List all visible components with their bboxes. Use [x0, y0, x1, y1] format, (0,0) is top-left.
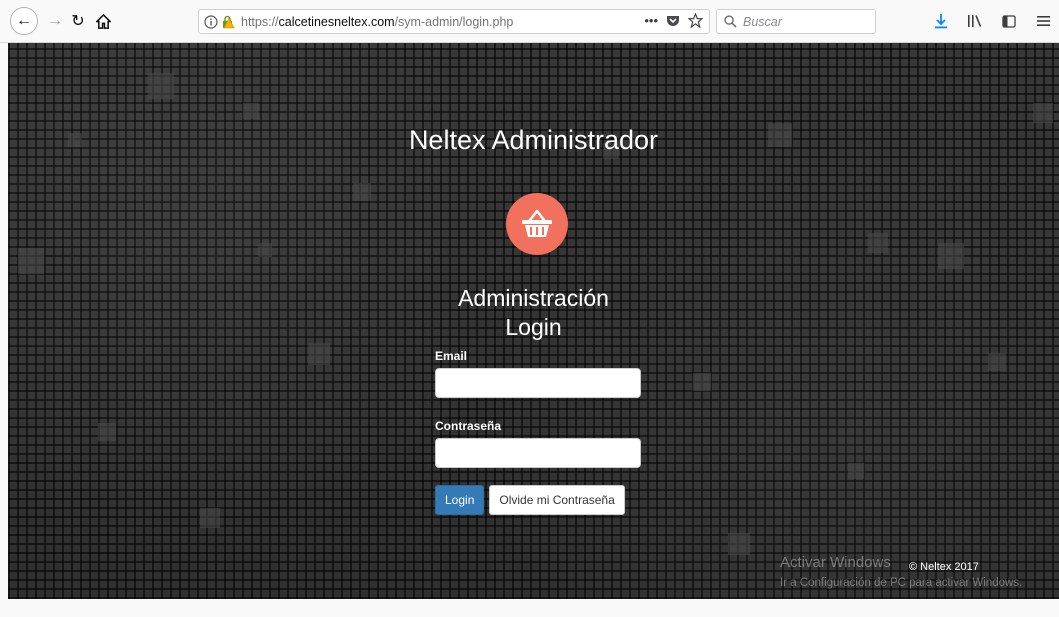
url-scheme: https:// — [241, 14, 279, 29]
brand-title: Neltex Administrador — [408, 125, 659, 155]
subtitle-line-2: Login — [505, 314, 562, 340]
watermark-subtitle: Ir a Configuración de PC para activar Wi… — [780, 577, 1023, 589]
insecure-lock-icon[interactable] — [221, 15, 235, 29]
reload-button[interactable]: ↻ — [66, 9, 90, 33]
home-button[interactable] — [91, 9, 115, 33]
browser-toolbar: ← → ↻ https://calcetinesneltex.com/sym-a… — [0, 0, 1059, 43]
library-button[interactable] — [965, 9, 985, 33]
arrow-left-icon: ← — [16, 12, 32, 29]
login-form: Email Contraseña Login Olvide mi Contras… — [435, 349, 641, 515]
sidebar-button[interactable] — [999, 9, 1019, 33]
info-icon[interactable] — [204, 14, 218, 29]
copyright-text: © Neltex 2017 — [909, 561, 979, 573]
hamburger-icon — [1036, 16, 1050, 26]
watermark-title: Activar Windows — [780, 554, 891, 571]
downloads-button[interactable] — [931, 9, 951, 33]
forgot-password-button[interactable]: Olvide mi Contraseña — [489, 485, 625, 515]
download-icon — [935, 14, 947, 29]
password-label: Contraseña — [435, 419, 502, 433]
url-path: /sym-admin/login.php — [394, 14, 514, 29]
search-placeholder: Buscar — [743, 14, 782, 29]
bookmark-star-icon[interactable] — [688, 13, 703, 28]
login-button[interactable]: Login — [435, 485, 485, 515]
logo — [506, 193, 568, 255]
search-icon — [724, 15, 737, 28]
url-bar[interactable]: https://calcetinesneltex.com/sym-admin/l… — [198, 9, 710, 34]
email-label: Email — [435, 349, 468, 363]
home-icon — [95, 13, 111, 29]
page-actions-button[interactable]: ••• — [644, 13, 658, 28]
url-text[interactable]: https://calcetinesneltex.com/sym-admin/l… — [241, 15, 513, 29]
arrow-right-icon: → — [47, 12, 63, 29]
windows-activation-watermark: Activar Windows Ir a Configuración de PC… — [780, 553, 1022, 593]
page-viewport: Neltex Administrador Administración Logi… — [8, 43, 1059, 617]
library-icon — [968, 15, 982, 27]
page-bottom-strip — [8, 599, 1059, 617]
subtitle-line-1: Administración — [458, 285, 609, 311]
email-field[interactable] — [435, 368, 641, 398]
reload-icon: ↻ — [71, 13, 85, 30]
forward-button[interactable]: → — [43, 9, 67, 33]
pocket-icon[interactable] — [666, 14, 680, 28]
url-host: calcetinesneltex.com — [278, 14, 395, 29]
menu-button[interactable] — [1033, 9, 1053, 33]
search-bar[interactable]: Buscar — [716, 9, 876, 34]
sidebar-icon — [1002, 14, 1016, 28]
login-heading: Administración Login — [8, 284, 1059, 342]
back-button[interactable]: ← — [10, 7, 38, 35]
shopping-basket-icon — [522, 209, 552, 237]
password-field[interactable] — [435, 438, 641, 468]
